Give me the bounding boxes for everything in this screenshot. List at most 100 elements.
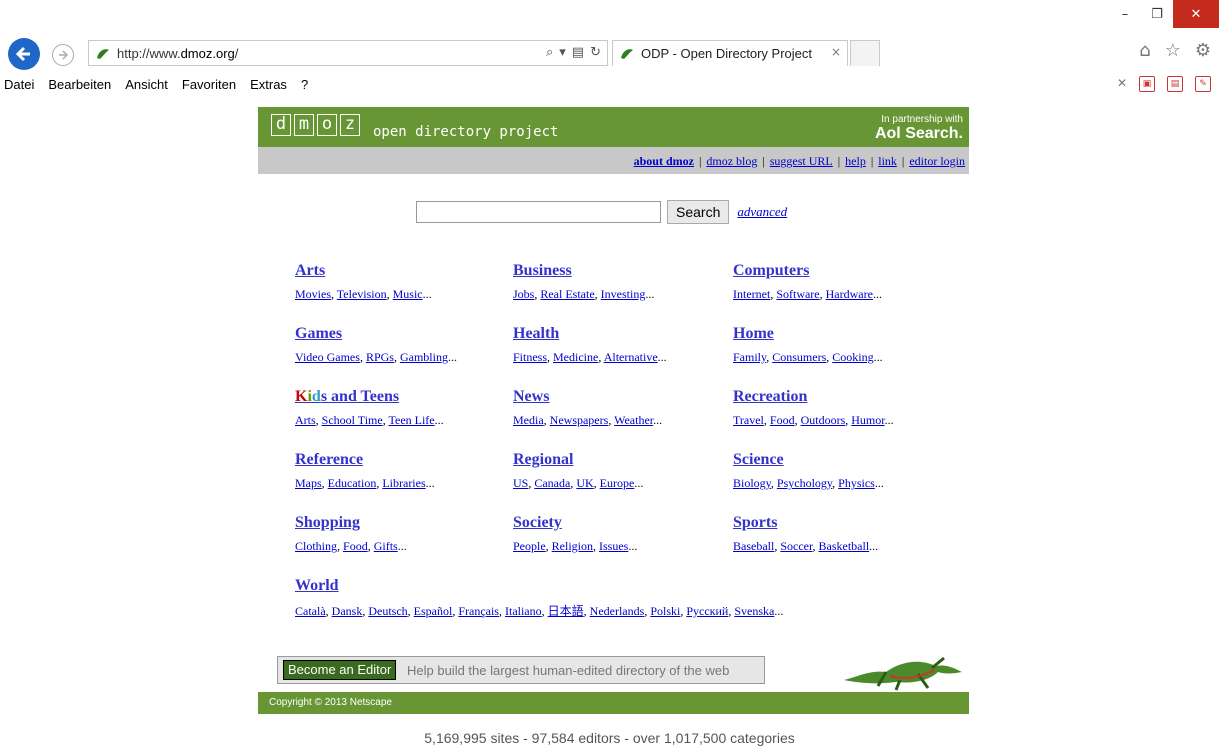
menu-favoriten[interactable]: Favoriten [182,77,236,92]
home-icon[interactable]: ⌂ [1139,40,1150,61]
subcategory-link[interactable]: Clothing [295,539,337,553]
subcategory-link[interactable]: Hardware [826,287,873,301]
subcategory-link[interactable]: Nederlands [590,604,645,618]
refresh-icon[interactable]: ↻ [590,45,601,60]
subcategory-link[interactable]: Television [337,287,387,301]
dmoz-logo[interactable]: d m o z [271,114,360,136]
star-icon[interactable]: ☆ [1165,40,1181,61]
category-link[interactable]: Computers [733,262,882,280]
subcategory-link[interactable]: Physics [838,476,875,490]
menu-datei[interactable]: Datei [4,77,34,92]
menu-help[interactable]: ? [301,77,308,92]
subcategory-link[interactable]: Europe [600,476,635,490]
back-button[interactable] [8,38,40,70]
subcategory-link[interactable]: Real Estate [540,287,594,301]
subcategory-link[interactable]: RPGs [366,350,394,364]
subcategory-link[interactable]: Weather [614,413,653,427]
subcategory-link[interactable]: Investing [601,287,646,301]
subcategory-link[interactable]: Software [776,287,819,301]
subcategory-link[interactable]: 日本語 [548,604,584,618]
subcategory-link[interactable]: Polski [650,604,680,618]
category-link[interactable]: Shopping [295,514,407,532]
subcategory-link[interactable]: Canada [534,476,570,490]
subcategory-link[interactable]: Français [458,604,499,618]
search-input[interactable] [416,201,661,223]
link-suggest-url[interactable]: suggest URL [770,154,833,169]
subcategory-link[interactable]: Outdoors [801,413,846,427]
subcategory-link[interactable]: UK [576,476,593,490]
subcategory-link[interactable]: Food [770,413,795,427]
subcategory-link[interactable]: Family [733,350,766,364]
subcategory-link[interactable]: Arts [295,413,316,427]
subcategory-link[interactable]: Baseball [733,539,774,553]
subcategory-link[interactable]: Humor [851,413,884,427]
subcategory-link[interactable]: Newspapers [550,413,609,427]
subcategory-link[interactable]: Italiano [505,604,542,618]
pdf-edit-icon[interactable]: ✎ [1195,76,1211,92]
link-editor-login[interactable]: editor login [909,154,965,169]
category-link[interactable]: Games [295,325,457,343]
subcategory-link[interactable]: Biology [733,476,771,490]
address-bar[interactable]: http://www.dmoz.org/ ⌕ ▾ ▤ ↻ [88,40,608,66]
tab-odp[interactable]: ODP - Open Directory Project × [612,40,848,66]
subcategory-link[interactable]: US [513,476,528,490]
subcategory-link[interactable]: Libraries [382,476,425,490]
category-link[interactable]: Recreation [733,388,894,406]
close-icon[interactable]: ✕ [1117,76,1127,92]
subcategory-link[interactable]: Gambling [400,350,448,364]
new-tab-button[interactable] [850,40,880,66]
category-link[interactable]: Society [513,514,637,532]
subcategory-link[interactable]: Religion [552,539,593,553]
subcategory-link[interactable]: Русский [686,604,728,618]
subcategory-link[interactable]: Dansk [332,604,363,618]
become-editor-button[interactable]: Become an Editor [283,660,397,680]
maximize-button[interactable]: ❐ [1141,0,1173,28]
category-link[interactable]: Home [733,325,883,343]
search-button[interactable]: Search [667,200,730,224]
subcategory-link[interactable]: Basketball [819,539,870,553]
subcategory-link[interactable]: Maps [295,476,322,490]
category-link[interactable]: Kids and Teens [295,388,444,406]
subcategory-link[interactable]: Video Games [295,350,360,364]
subcategory-link[interactable]: Jobs [513,287,534,301]
tab-close-icon[interactable]: × [831,45,841,59]
compat-view-icon[interactable]: ▤ [572,45,584,60]
subcategory-link[interactable]: Psychology [777,476,832,490]
subcategory-link[interactable]: Teen Life [389,413,435,427]
subcategory-link[interactable]: Consumers [772,350,826,364]
pdf-icon[interactable]: ▣ [1139,76,1155,92]
aol-partner[interactable]: In partnership with Aol Search. [875,114,963,143]
subcategory-link[interactable]: Issues [599,539,628,553]
close-window-button[interactable]: ✕ [1173,0,1219,28]
subcategory-link[interactable]: Travel [733,413,764,427]
advanced-search-link[interactable]: advanced [737,204,787,220]
menu-extras[interactable]: Extras [250,77,287,92]
pdf-convert-icon[interactable]: ▤ [1167,76,1183,92]
minimize-button[interactable]: – [1109,0,1141,28]
subcategory-link[interactable]: Deutsch [368,604,407,618]
subcategory-link[interactable]: Català [295,604,326,618]
subcategory-link[interactable]: Education [328,476,377,490]
category-link[interactable]: Health [513,325,667,343]
category-link[interactable]: Arts [295,262,432,280]
category-link[interactable]: World [295,577,783,595]
menu-bearbeiten[interactable]: Bearbeiten [48,77,111,92]
menu-ansicht[interactable]: Ansicht [125,77,168,92]
subcategory-link[interactable]: Español [414,604,453,618]
subcategory-link[interactable]: Food [343,539,368,553]
link-about-dmoz[interactable]: about dmoz [634,154,694,169]
subcategory-link[interactable]: Svenska [734,604,774,618]
dropdown-icon[interactable]: ▾ [559,45,566,60]
category-link[interactable]: Regional [513,451,643,469]
forward-button[interactable] [52,44,74,66]
subcategory-link[interactable]: Gifts [374,539,398,553]
subcategory-link[interactable]: Movies [295,287,331,301]
subcategory-link[interactable]: Cooking [832,350,873,364]
subcategory-link[interactable]: Medicine [553,350,598,364]
link-link[interactable]: link [878,154,897,169]
category-link[interactable]: Science [733,451,884,469]
category-link[interactable]: Business [513,262,654,280]
search-icon[interactable]: ⌕ [546,45,553,60]
category-link[interactable]: Reference [295,451,435,469]
subcategory-link[interactable]: People [513,539,546,553]
